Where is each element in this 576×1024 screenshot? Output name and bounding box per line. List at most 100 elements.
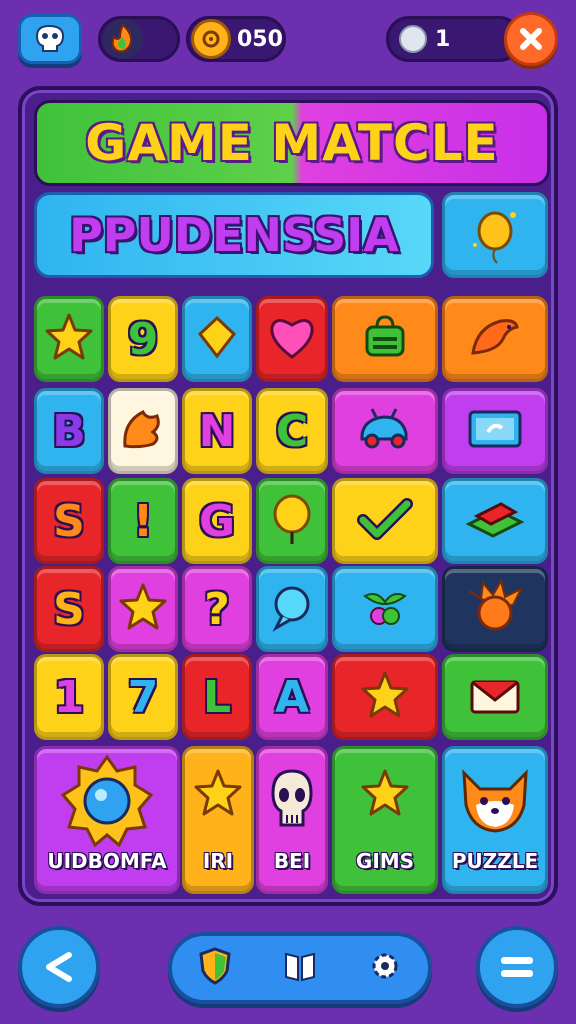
balloon-icon	[473, 211, 516, 264]
subtitle-banner: PPUDENSSIA	[34, 192, 434, 278]
pearl-icon	[399, 25, 427, 53]
category-card-bei[interactable]: BEI	[256, 746, 328, 894]
grid-tile[interactable]	[34, 296, 104, 382]
grid-tile[interactable]	[332, 566, 438, 652]
mail-icon	[466, 672, 524, 722]
orb-badge-icon	[59, 753, 155, 853]
grid-tile[interactable]	[256, 478, 328, 564]
tile-letter: C	[275, 405, 309, 457]
grid-tile[interactable]	[332, 478, 438, 564]
star-icon	[43, 311, 95, 367]
grid-tile[interactable]	[442, 654, 548, 740]
grid-tile[interactable]	[182, 296, 252, 382]
star-icon	[192, 767, 244, 823]
close-icon	[520, 28, 542, 50]
nav-pill	[168, 932, 432, 1004]
bag-icon	[359, 313, 411, 365]
category-card-uidbomfa[interactable]: UIDBOMFA	[34, 746, 180, 894]
grid-tile[interactable]	[108, 566, 178, 652]
menu-button[interactable]	[476, 926, 558, 1008]
coin-icon	[191, 19, 231, 59]
tile-letter: B	[52, 405, 86, 457]
category-card-label: BEI	[273, 849, 311, 873]
berries-icon	[355, 582, 415, 636]
coins-pill: 050	[186, 16, 286, 62]
category-card-label: GIMS	[355, 849, 415, 873]
gem-icon	[194, 314, 240, 364]
fox-icon	[456, 767, 534, 841]
tile-letter: L	[202, 671, 232, 723]
star-icon	[359, 767, 411, 823]
skull-icon	[267, 767, 317, 835]
category-card-iri[interactable]: IRI	[182, 746, 254, 894]
grid-tile[interactable]	[108, 388, 178, 474]
grid-tile[interactable]	[442, 296, 548, 382]
grid-tile[interactable]	[442, 388, 548, 474]
grid-tile[interactable]: S	[34, 478, 104, 564]
tile-letter: S	[53, 495, 85, 547]
grid-tile[interactable]: G	[182, 478, 252, 564]
chat-icon	[266, 582, 318, 636]
grid-tile[interactable]	[332, 296, 438, 382]
balloon-icon	[267, 492, 317, 550]
tile-letter: 9	[127, 313, 159, 365]
coins-value: 050	[237, 26, 283, 52]
shield-icon[interactable]	[197, 947, 233, 989]
category-card-puzzle[interactable]: PUZZLE	[442, 746, 548, 894]
grid-tile[interactable]: 7	[108, 654, 178, 740]
fire-orb-icon	[463, 577, 527, 641]
grid-tile[interactable]	[442, 566, 548, 652]
category-card-label: IRI	[202, 849, 234, 873]
category-card-gims[interactable]: GIMS	[332, 746, 438, 894]
grid-tile[interactable]	[332, 388, 438, 474]
grid-tile[interactable]	[256, 566, 328, 652]
game-title: GAME MATCLE	[85, 114, 499, 172]
tile-letter: ?	[204, 583, 230, 635]
profile-button[interactable]	[18, 14, 82, 64]
grid-tile[interactable]	[332, 654, 438, 740]
tile-letter: G	[198, 495, 236, 547]
grid-tile[interactable]: N	[182, 388, 252, 474]
star-icon	[359, 669, 411, 725]
tile-letter: S	[53, 583, 85, 635]
grid-tile[interactable]: 9	[108, 296, 178, 382]
tile-letter: 1	[53, 671, 85, 723]
grid-tile[interactable]: 1	[34, 654, 104, 740]
grid-tile[interactable]: A	[256, 654, 328, 740]
grid-tile[interactable]	[256, 296, 328, 382]
category-card-label: PUZZLE	[451, 849, 539, 873]
grid-tile[interactable]: C	[256, 388, 328, 474]
tile-letter: N	[198, 405, 236, 457]
tile-letter: A	[274, 671, 310, 723]
bottom-bar	[0, 924, 576, 1016]
grid-tile[interactable]: B	[34, 388, 104, 474]
gems-pill: 1	[386, 16, 522, 62]
flame-icon	[103, 19, 143, 59]
game-subtitle: PPUDENSSIA	[69, 208, 399, 262]
category-card-label: UIDBOMFA	[47, 849, 167, 873]
game-board: GAME MATCLE PPUDENSSIA 9 B N C S! G S? 1 7 L A UID…	[18, 86, 558, 906]
check-icon	[355, 494, 415, 548]
grid-tile[interactable]: !	[108, 478, 178, 564]
books-icon	[463, 494, 527, 548]
close-button[interactable]	[504, 12, 558, 66]
gear-icon[interactable]	[367, 948, 403, 988]
energy-pill	[98, 16, 180, 62]
bonus-tile[interactable]	[442, 192, 548, 278]
menu-icon	[501, 957, 533, 977]
title-banner: GAME MATCLE	[34, 100, 550, 186]
share-button[interactable]	[18, 926, 100, 1008]
book-icon[interactable]	[282, 948, 318, 988]
grid-tile[interactable]: S	[34, 566, 104, 652]
skull-face-icon	[35, 24, 65, 52]
car-icon	[356, 405, 414, 457]
grid-tile[interactable]: L	[182, 654, 252, 740]
grid-tile[interactable]: ?	[182, 566, 252, 652]
heart-icon	[266, 313, 318, 365]
gems-value: 1	[435, 26, 451, 52]
top-bar: 050 1	[0, 12, 576, 68]
star-icon	[117, 581, 169, 637]
leaf-icon	[117, 404, 169, 458]
tile-letter: !	[132, 495, 154, 547]
grid-tile[interactable]	[442, 478, 548, 564]
